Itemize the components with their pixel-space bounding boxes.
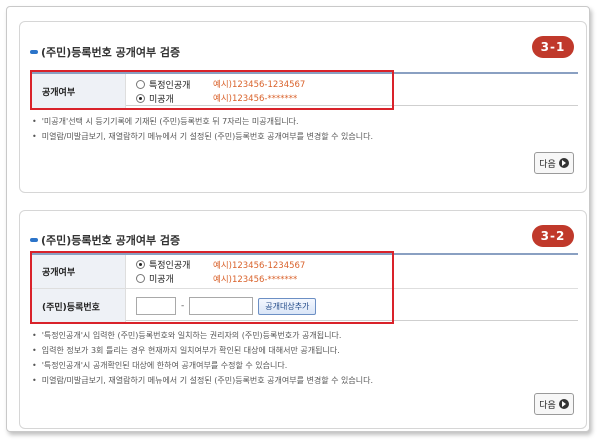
notes-list: '미공개'선택 시 등기기록에 기재된 (주민)등록번호 뒤 7자리는 미공개됩… (32, 114, 373, 144)
panel-step-3-1: (주민)등록번호 공개여부 검증 3-1 공개여부 특정인공개 예시)12345… (19, 21, 587, 193)
list-item: '특정인공개'시 공개확인된 대상에 한하여 공개여부를 수정할 수 있습니다. (32, 358, 373, 373)
next-button[interactable]: 다음 (534, 152, 574, 174)
highlight-box (30, 251, 394, 324)
next-button[interactable]: 다음 (534, 393, 574, 415)
next-button-label: 다음 (539, 400, 556, 411)
arrow-right-circle-icon (558, 158, 569, 168)
list-item: '미공개'선택 시 등기기록에 기재된 (주민)등록번호 뒤 7자리는 미공개됩… (32, 114, 373, 129)
list-item: 미열람/미발급보기, 재열람하기 메뉴에서 기 설정된 (주민)등록번호 공개여… (32, 129, 373, 144)
list-item: 입력한 정보가 3회 틀리는 경우 현재까지 일치여부가 확인된 대상에 대해서… (32, 343, 373, 358)
highlight-box (30, 70, 394, 110)
arrow-right-circle-icon (558, 399, 569, 409)
panel-title-text: (주민)등록번호 공개여부 검증 (41, 234, 181, 247)
step-badge: 3-2 (532, 225, 574, 247)
next-button-label: 다음 (539, 159, 556, 170)
title-bullet-icon (30, 238, 38, 242)
title-bullet-icon (30, 50, 38, 54)
notes-list: '특정인공개'시 입력한 (주민)등록번호와 일치하는 권리자의 (주민)등록번… (32, 328, 373, 388)
panel-step-3-2: (주민)등록번호 공개여부 검증 3-2 공개여부 특정인공개 예시)12345… (19, 210, 587, 429)
panel-title: (주민)등록번호 공개여부 검증 (30, 44, 180, 60)
panel-title-text: (주민)등록번호 공개여부 검증 (41, 46, 181, 59)
list-item: 미열람/미발급보기, 재열람하기 메뉴에서 기 설정된 (주민)등록번호 공개여… (32, 373, 373, 388)
step-badge: 3-1 (532, 36, 574, 58)
panel-title: (주민)등록번호 공개여부 검증 (30, 232, 180, 248)
list-item: '특정인공개'시 입력한 (주민)등록번호와 일치하는 권리자의 (주민)등록번… (32, 328, 373, 343)
screenshot-frame: (주민)등록번호 공개여부 검증 3-1 공개여부 특정인공개 예시)12345… (6, 6, 590, 432)
